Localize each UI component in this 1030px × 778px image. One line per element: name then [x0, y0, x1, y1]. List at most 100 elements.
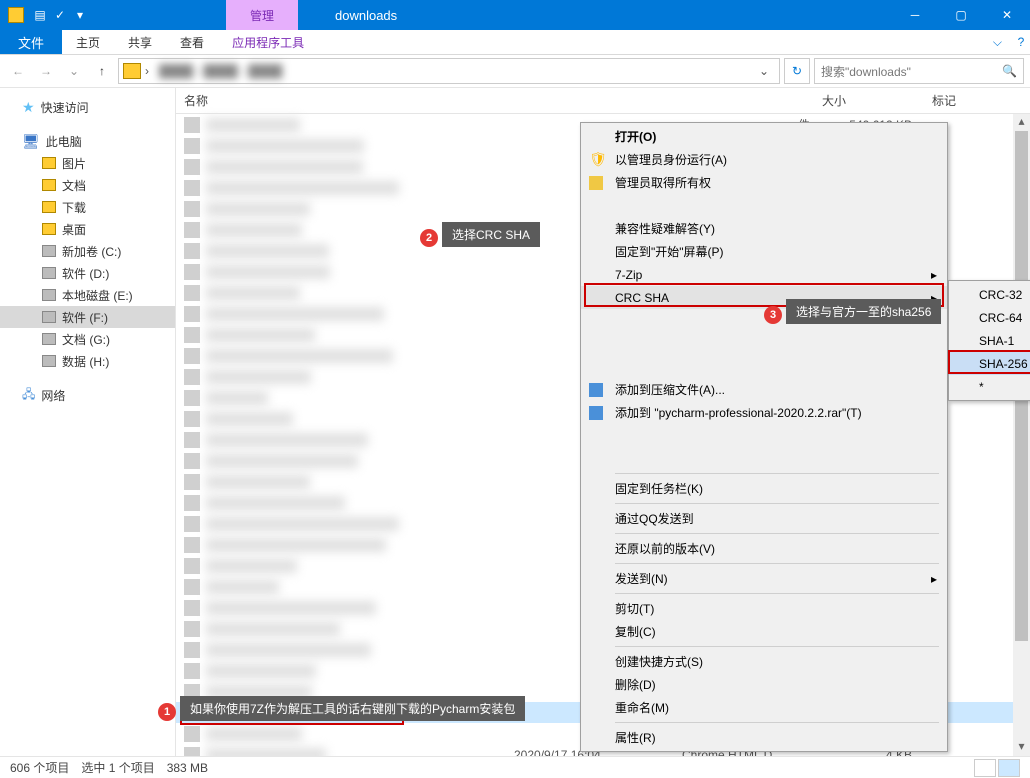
menu-add-to-rar[interactable]: 添加到 "pycharm-professional-2020.2.2.rar"(…: [581, 401, 947, 424]
minimize-button[interactable]: ─: [892, 0, 938, 30]
refresh-button[interactable]: ↻: [784, 58, 810, 84]
nav-drive-d[interactable]: 软件 (D:): [0, 262, 175, 284]
nav-drive-e[interactable]: 本地磁盘 (E:): [0, 284, 175, 306]
close-button[interactable]: ✕: [984, 0, 1030, 30]
file-name: [206, 748, 326, 757]
menu-delete[interactable]: 删除(D): [581, 673, 947, 696]
nav-downloads[interactable]: 下载: [0, 196, 175, 218]
ribbon-collapse-icon[interactable]: ⌵: [983, 30, 1012, 54]
menu-pin-start[interactable]: 固定到"开始"屏幕(P): [581, 240, 947, 263]
file-name: [206, 181, 399, 195]
menu-rename[interactable]: 重命名(M): [581, 696, 947, 719]
col-header-name[interactable]: 名称: [176, 92, 506, 109]
help-icon[interactable]: ?: [1012, 30, 1030, 54]
menu-restore-previous[interactable]: 还原以前的版本(V): [581, 537, 947, 560]
qat-dropdown-icon[interactable]: ▾: [72, 7, 88, 23]
file-icon: [184, 264, 200, 280]
file-icon: [184, 306, 200, 322]
file-name: [206, 391, 268, 405]
back-button[interactable]: ←: [6, 59, 30, 83]
file-icon: [184, 243, 200, 259]
file-name: [206, 475, 310, 489]
menu-qq-send[interactable]: 通过QQ发送到: [581, 507, 947, 530]
crumb-dropdown-icon[interactable]: ⌄: [759, 64, 775, 78]
nav-pictures[interactable]: 图片: [0, 152, 175, 174]
forward-button[interactable]: →: [34, 59, 58, 83]
menu-copy[interactable]: 复制(C): [581, 620, 947, 643]
menu-item-blurred[interactable]: [581, 332, 947, 355]
file-name: [206, 202, 310, 216]
file-name: [206, 118, 300, 132]
submenu-crc32[interactable]: CRC-32: [949, 283, 1030, 306]
status-selected-count: 选中 1 个项目: [81, 759, 154, 776]
nav-drive-h[interactable]: 数据 (H:): [0, 350, 175, 372]
home-tab[interactable]: 主页: [62, 30, 114, 54]
annotation-1: 如果你使用7Z作为解压工具的话右键刚下载的Pycharm安装包: [180, 696, 525, 721]
nav-drive-c[interactable]: 新加卷 (C:): [0, 240, 175, 262]
file-name: [206, 265, 330, 279]
col-header-size[interactable]: 大小: [814, 92, 924, 109]
folder-icon: [123, 63, 141, 79]
menu-item-blurred[interactable]: [581, 194, 947, 217]
nav-drive-g[interactable]: 文档 (G:): [0, 328, 175, 350]
star-icon: ★: [22, 99, 35, 116]
menu-take-ownership[interactable]: 管理员取得所有权: [581, 171, 947, 194]
file-tab[interactable]: 文件: [0, 30, 62, 54]
search-box[interactable]: 搜索"downloads" 🔍: [814, 58, 1024, 84]
nav-this-pc[interactable]: 🖥此电脑: [0, 130, 175, 152]
up-button[interactable]: ↑: [90, 59, 114, 83]
history-dropdown-icon[interactable]: ⌄: [62, 59, 86, 83]
vertical-scrollbar[interactable]: ▴ ▾: [1013, 114, 1030, 756]
annotation-2: 选择CRC SHA: [442, 222, 540, 247]
nav-network[interactable]: 🖧网络: [0, 384, 175, 406]
submenu-star[interactable]: *: [949, 375, 1030, 398]
file-icon: [184, 537, 200, 553]
menu-create-shortcut[interactable]: 创建快捷方式(S): [581, 650, 947, 673]
breadcrumb[interactable]: › ████ › ████ › ████ ⌄: [118, 58, 780, 84]
menu-run-as-admin[interactable]: 🛡以管理员身份运行(A): [581, 148, 947, 171]
file-icon: [184, 369, 200, 385]
file-name: [206, 433, 368, 447]
view-large-icons-button[interactable]: [998, 759, 1020, 777]
file-icon: [184, 621, 200, 637]
crumb-segment[interactable]: ████ › ████ › ████: [153, 64, 288, 78]
file-name: [206, 286, 300, 300]
file-name: [206, 412, 293, 426]
maximize-button[interactable]: ▢: [938, 0, 984, 30]
menu-item-blurred[interactable]: [581, 355, 947, 378]
menu-item-blurred[interactable]: [581, 424, 947, 447]
file-icon: [184, 180, 200, 196]
menu-7zip[interactable]: 7-Zip▸: [581, 263, 947, 286]
file-name: [206, 223, 302, 237]
menu-open[interactable]: 打开(O): [581, 125, 947, 148]
nav-quick-access[interactable]: ★快速访问: [0, 96, 175, 118]
menu-add-archive[interactable]: 添加到压缩文件(A)...: [581, 378, 947, 401]
nav-desktop[interactable]: 桌面: [0, 218, 175, 240]
submenu-sha1[interactable]: SHA-1: [949, 329, 1030, 352]
view-details-button[interactable]: [974, 759, 996, 777]
nav-documents[interactable]: 文档: [0, 174, 175, 196]
file-icon: [184, 348, 200, 364]
menu-pin-taskbar[interactable]: 固定到任务栏(K): [581, 477, 947, 500]
submenu-sha256[interactable]: SHA-256: [949, 352, 1030, 375]
col-header-tag[interactable]: 标记: [924, 92, 1004, 109]
file-icon: [184, 579, 200, 595]
menu-item-blurred[interactable]: [581, 447, 947, 470]
qat-properties-icon[interactable]: ▤: [32, 7, 48, 23]
menu-cut[interactable]: 剪切(T): [581, 597, 947, 620]
archive-icon: [589, 406, 603, 420]
nav-drive-f[interactable]: 软件 (F:): [0, 306, 175, 328]
file-name: [206, 517, 399, 531]
apptools-tab[interactable]: 应用程序工具: [218, 30, 318, 54]
menu-compat-troubleshoot[interactable]: 兼容性疑难解答(Y): [581, 217, 947, 240]
menu-send-to[interactable]: 发送到(N)▸: [581, 567, 947, 590]
window-title: downloads: [335, 0, 397, 30]
qat-new-icon[interactable]: ✓: [52, 7, 68, 23]
share-tab[interactable]: 共享: [114, 30, 166, 54]
submenu-crc64[interactable]: CRC-64: [949, 306, 1030, 329]
network-icon: 🖧: [22, 385, 35, 406]
menu-properties[interactable]: 属性(R): [581, 726, 947, 749]
annotation-badge-2: 2: [420, 229, 438, 247]
view-tab[interactable]: 查看: [166, 30, 218, 54]
file-icon: [184, 159, 200, 175]
